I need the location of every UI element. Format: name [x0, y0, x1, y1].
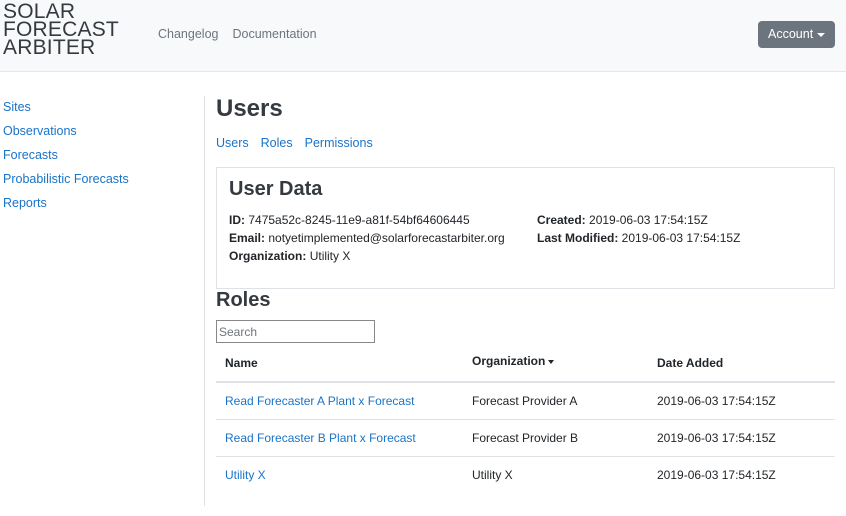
- user-organization-row: Organization: Utility X: [229, 247, 505, 265]
- brand-logo[interactable]: SOLAR FORECAST ARBITER: [3, 1, 119, 59]
- sidebar-item-reports[interactable]: Reports: [3, 195, 129, 219]
- subnav-users-link[interactable]: Users: [216, 136, 249, 150]
- sidebar-item-observations[interactable]: Observations: [3, 123, 129, 147]
- admin-subnav: Users Roles Permissions: [216, 136, 835, 154]
- subnav-roles-link[interactable]: Roles: [261, 136, 293, 150]
- user-modified-value: 2019-06-03 17:54:15Z: [621, 231, 741, 245]
- user-created-row: Created: 2019-06-03 17:54:15Z: [537, 211, 740, 229]
- user-modified-label: Last Modified:: [537, 231, 619, 245]
- user-email-label: Email:: [229, 231, 266, 245]
- table-row: Utility X Utility X 2019-06-03 17:54:15Z: [216, 457, 835, 493]
- sidebar-item-forecasts[interactable]: Forecasts: [3, 147, 129, 171]
- roles-table: Name Organization Date Added Read Foreca…: [216, 344, 835, 493]
- role-name-link[interactable]: Read Forecaster A Plant x Forecast: [225, 394, 414, 408]
- role-organization: Utility X: [472, 468, 513, 482]
- user-id-label: ID:: [229, 213, 245, 227]
- user-id-value: 7475a52c-8245-11e9-a81f-54bf64606445: [248, 213, 470, 227]
- top-nav-links: Changelog Documentation: [158, 27, 331, 41]
- subnav-permissions-link[interactable]: Permissions: [305, 136, 373, 150]
- sort-caret-down-icon: [548, 359, 555, 364]
- role-date-added: 2019-06-03 17:54:15Z: [657, 431, 776, 445]
- top-navbar: SOLAR FORECAST ARBITER Changelog Document…: [0, 0, 846, 72]
- column-header-name[interactable]: Name: [225, 356, 258, 370]
- column-header-organization[interactable]: Organization: [472, 354, 555, 368]
- role-organization: Forecast Provider A: [472, 394, 578, 408]
- documentation-link[interactable]: Documentation: [232, 27, 316, 41]
- roles-section-title: Roles: [216, 289, 271, 311]
- user-data-left-column: ID: 7475a52c-8245-11e9-a81f-54bf64606445…: [229, 211, 505, 265]
- role-date-added: 2019-06-03 17:54:15Z: [657, 468, 776, 482]
- user-modified-row: Last Modified: 2019-06-03 17:54:15Z: [537, 229, 740, 247]
- table-row: Read Forecaster B Plant x Forecast Forec…: [216, 420, 835, 457]
- user-created-label: Created:: [537, 213, 586, 227]
- account-dropdown-button[interactable]: Account: [758, 21, 835, 48]
- column-header-date-added[interactable]: Date Added: [657, 356, 723, 370]
- roles-search-input[interactable]: [216, 320, 375, 343]
- role-name-link[interactable]: Read Forecaster B Plant x Forecast: [225, 431, 416, 445]
- sidebar: Sites Observations Forecasts Probabilist…: [3, 99, 129, 219]
- sidebar-divider: [204, 96, 205, 506]
- user-data-panel: User Data ID: 7475a52c-8245-11e9-a81f-54…: [216, 167, 835, 289]
- brand-line-3: ARBITER: [3, 36, 96, 59]
- role-organization: Forecast Provider B: [472, 431, 579, 445]
- user-organization-value: Utility X: [309, 249, 351, 263]
- changelog-link[interactable]: Changelog: [158, 27, 218, 41]
- column-header-organization-label: Organization: [472, 354, 546, 368]
- table-row: Read Forecaster A Plant x Forecast Forec…: [216, 383, 835, 420]
- user-email-row: Email: notyetimplemented@solarforecastar…: [229, 229, 505, 247]
- sidebar-item-probabilistic-forecasts[interactable]: Probabilistic Forecasts: [3, 171, 129, 195]
- role-date-added: 2019-06-03 17:54:15Z: [657, 394, 776, 408]
- page-title: Users: [216, 95, 283, 122]
- roles-table-header: Name Organization Date Added: [216, 344, 835, 383]
- sidebar-item-sites[interactable]: Sites: [3, 99, 129, 123]
- user-created-value: 2019-06-03 17:54:15Z: [589, 213, 708, 227]
- user-id-row: ID: 7475a52c-8245-11e9-a81f-54bf64606445: [229, 211, 505, 229]
- account-button-label: Account: [768, 27, 814, 41]
- user-data-title: User Data: [229, 178, 323, 200]
- user-data-right-column: Created: 2019-06-03 17:54:15Z Last Modif…: [537, 211, 740, 247]
- role-name-link[interactable]: Utility X: [225, 468, 266, 482]
- caret-down-icon: [817, 33, 825, 37]
- user-email-value: notyetimplemented@solarforecastarbiter.o…: [268, 231, 505, 245]
- main-content: Users Users Roles Permissions User Data ID…: [216, 92, 835, 482]
- user-organization-label: Organization:: [229, 249, 307, 263]
